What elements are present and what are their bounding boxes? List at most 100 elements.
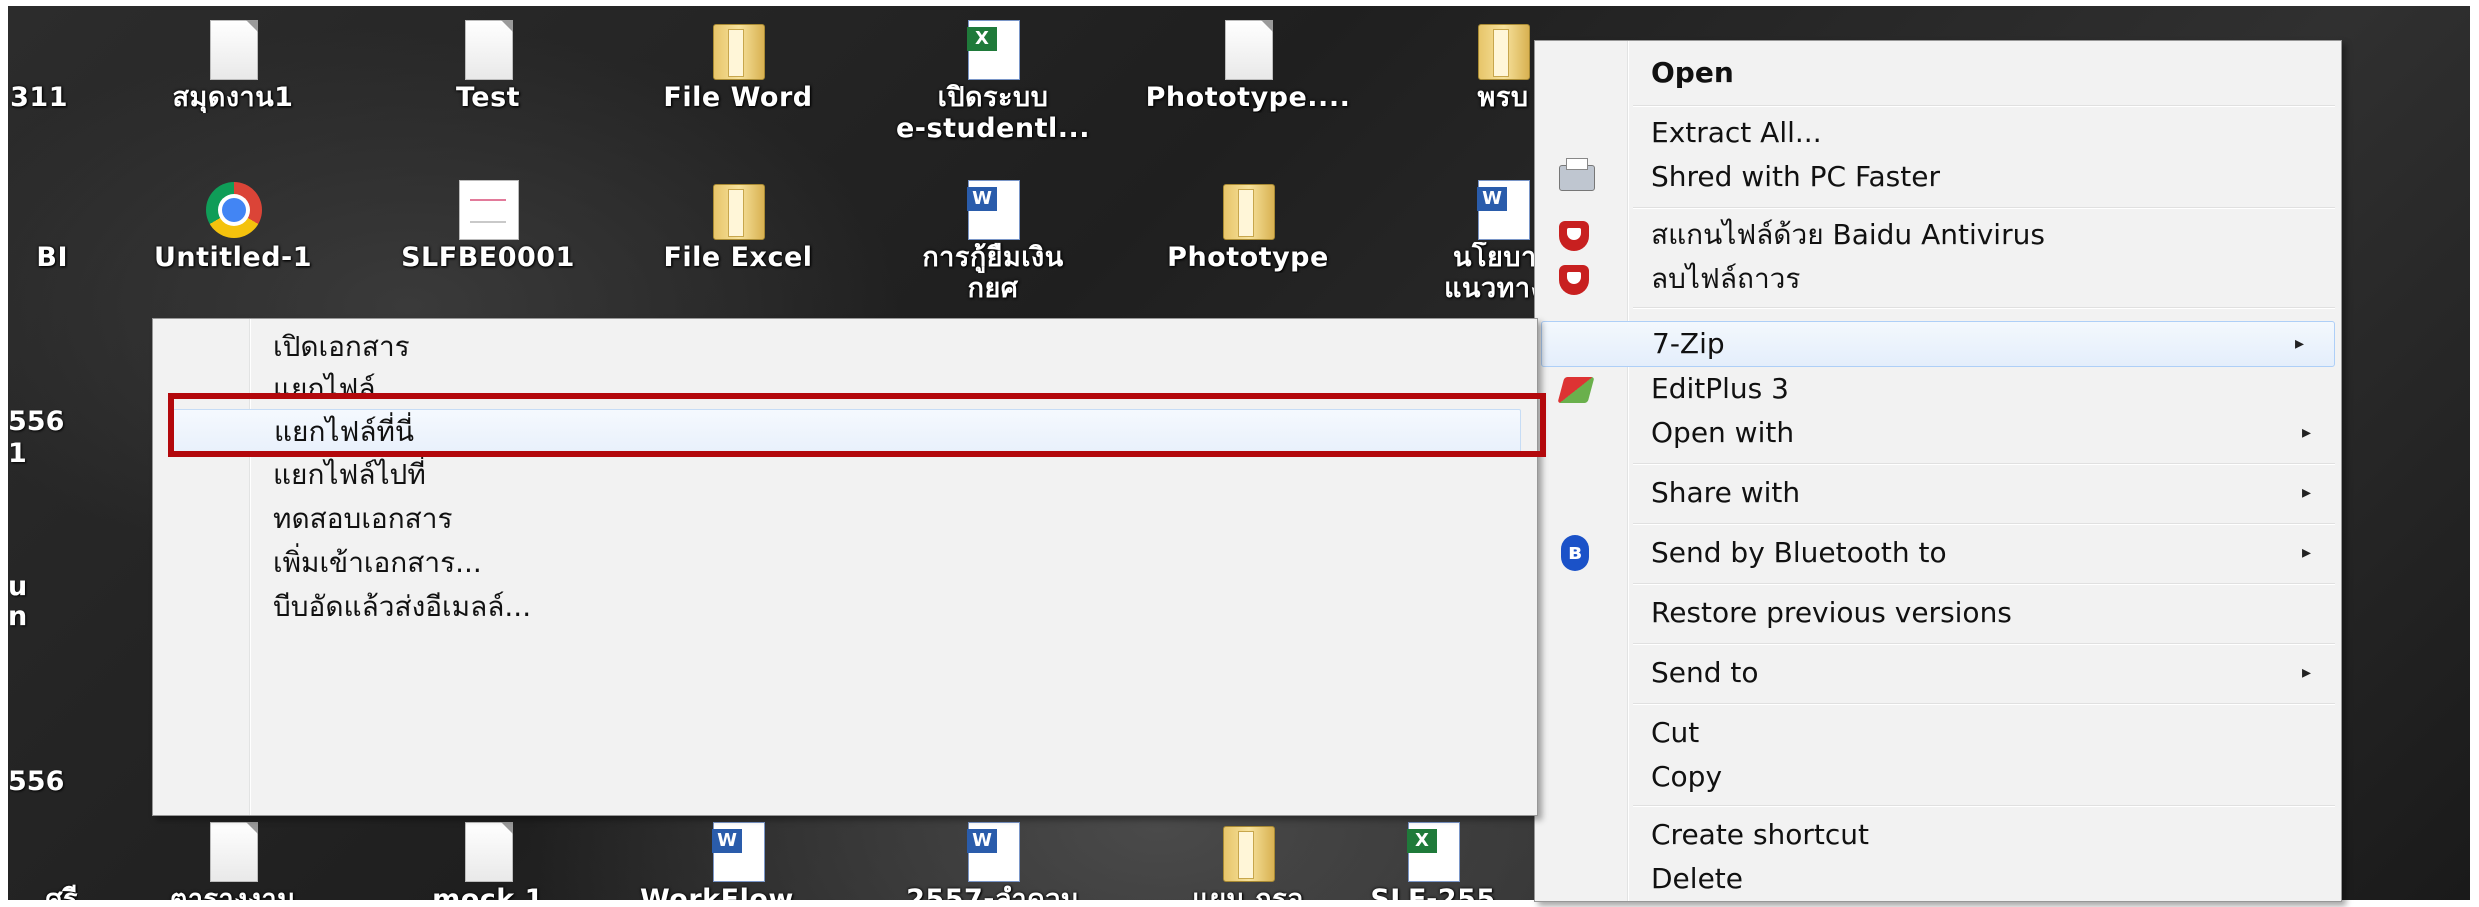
desktop-icon[interactable]: X เปิดระบบ e-studentl... [888, 16, 1098, 144]
desktop-icon-label-line2: e-studentl... [895, 113, 1090, 144]
menu-item-baidu-scan[interactable]: สแกนไฟล์ด้วย Baidu Antivirus [1535, 213, 2341, 257]
submenu-arrow-icon: ▸ [2301, 482, 2311, 503]
menu-separator [1633, 523, 2335, 525]
folder-icon [1468, 16, 1538, 80]
document-icon [453, 16, 523, 80]
submenu-item-open-archive[interactable]: เปิดเอกสาร [153, 325, 1537, 369]
partial-icon-label: u [8, 571, 28, 602]
desktop-icon[interactable]: SLFBE0001 [383, 176, 593, 273]
submenu-item-extract-to[interactable]: แยกไฟล์ไปที่ [153, 453, 1537, 497]
desktop-icon[interactable]: Phototype [1143, 176, 1353, 273]
desktop-icon-label: SLF-255 [1370, 884, 1496, 900]
desktop-icon-label: Untitled-1 [153, 242, 313, 273]
menu-separator [1633, 463, 2335, 465]
desktop-icon-label: WorkFlow ... [639, 884, 836, 900]
document-icon [1213, 16, 1283, 80]
excel-file-icon: X [958, 16, 1028, 80]
desktop-icon[interactable]: แผน กรอ [1143, 818, 1353, 900]
desktop-icon-label: 2557-ลำดวน [906, 884, 1080, 900]
partial-icon-label: 556 [8, 766, 65, 797]
folder-icon [703, 16, 773, 80]
word-file-icon: W [958, 818, 1028, 882]
menu-item-copy[interactable]: Copy [1535, 755, 2341, 799]
desktop-icon[interactable]: W 2557-ลำดวน [888, 818, 1098, 900]
menu-separator [1633, 207, 2335, 209]
desktop-icon-label: ศรี [45, 884, 78, 900]
submenu-item-test-archive[interactable]: ทดสอบเอกสาร [153, 497, 1537, 541]
context-menu: Open Extract All... Shred with PC Faster… [1534, 40, 2342, 902]
bluetooth-icon: ʙ [1555, 535, 1591, 571]
menu-separator [1633, 105, 2335, 107]
menu-item-delete[interactable]: Delete [1535, 857, 2341, 901]
menu-item-baidu-delete[interactable]: ลบไฟล์ถาวร [1535, 257, 2341, 301]
desktop-icon[interactable]: สมุดงาน1 [128, 16, 338, 113]
partial-icon-label: 1 [8, 438, 27, 469]
desktop-icon[interactable]: Test [383, 16, 593, 113]
desktop-icon-label: Test [455, 82, 521, 113]
submenu-item-add-to-archive[interactable]: เพิ่มเข้าเอกสาร... [153, 541, 1537, 585]
folder-icon [1213, 818, 1283, 882]
word-file-icon: W [703, 818, 773, 882]
desktop-icon[interactable]: Untitled-1 [128, 176, 338, 273]
editplus-icon [1555, 373, 1595, 405]
partial-icon-label: n [8, 601, 28, 632]
menu-item-send-to[interactable]: Send to ▸ [1535, 651, 2341, 695]
menu-separator [1633, 643, 2335, 645]
document-icon [198, 16, 268, 80]
word-file-icon: W [1468, 176, 1538, 240]
submenu-arrow-icon: ▸ [2294, 333, 2304, 354]
desktop-icon-label: 311 [10, 82, 68, 113]
menu-item-7zip[interactable]: 7-Zip ▸ [1541, 321, 2335, 367]
desktop-icon-label: mock 1 [432, 884, 544, 900]
desktop-icon-label: สมุดงาน1 [172, 82, 294, 113]
desktop-icon-label: SLFBE0001 [401, 242, 575, 273]
desktop-icon-label: เปิดระบบ [937, 82, 1049, 113]
submenu-arrow-icon: ▸ [2301, 422, 2311, 443]
desktop-icon-label: การกู้ยืมเงิน [922, 242, 1064, 273]
highlight-annotation-box [168, 393, 1546, 457]
desktop-icon[interactable]: 311 [8, 16, 68, 113]
chrome-icon [198, 176, 268, 240]
submenu-arrow-icon: ▸ [2301, 542, 2311, 563]
menu-separator [1633, 583, 2335, 585]
desktop-icon[interactable]: X SLF-255 [1328, 818, 1538, 900]
submenu-item-compress-and-email[interactable]: บีบอัดแล้วส่งอีเมลล์... [153, 585, 1537, 629]
desktop-icon[interactable]: ตารางงาน [128, 818, 338, 900]
submenu-arrow-icon: ▸ [2301, 662, 2311, 683]
desktop-icon[interactable]: Phototype.... [1143, 16, 1353, 113]
menu-item-send-by-bluetooth[interactable]: ʙ Send by Bluetooth to ▸ [1535, 531, 2341, 575]
menu-item-create-shortcut[interactable]: Create shortcut [1535, 813, 2341, 857]
document-icon [453, 818, 523, 882]
folder-icon [1213, 176, 1283, 240]
desktop-icon-label: Phototype.... [1145, 82, 1351, 113]
desktop-icon[interactable]: File Word [633, 16, 843, 113]
desktop-icon[interactable]: File Excel [633, 176, 843, 273]
baidu-shield-icon [1555, 219, 1591, 251]
desktop-icon[interactable]: W WorkFlow ... [633, 818, 843, 900]
menu-item-open-with[interactable]: Open with ▸ [1535, 411, 2341, 455]
desktop-icon-label: ตารางงาน [169, 884, 297, 900]
desktop-icon-label-line2: กยศ [967, 273, 1019, 304]
desktop-icon[interactable]: mock 1 [383, 818, 593, 900]
desktop-icon-label: Phototype [1167, 242, 1329, 273]
menu-separator [1633, 307, 2335, 309]
excel-file-icon: X [1398, 818, 1468, 882]
folder-icon [703, 176, 773, 240]
menu-item-restore-previous-versions[interactable]: Restore previous versions [1535, 591, 2341, 635]
desktop-icon[interactable]: W การกู้ยืมเงิน กยศ [888, 176, 1098, 304]
menu-item-open[interactable]: Open [1535, 51, 2341, 95]
desktop-icon[interactable]: ศรี [8, 818, 78, 900]
desktop-icon-label: BI [36, 242, 68, 273]
word-file-icon: W [958, 176, 1028, 240]
menu-item-editplus[interactable]: EditPlus 3 [1535, 367, 2341, 411]
menu-item-cut[interactable]: Cut [1535, 711, 2341, 755]
menu-item-extract-all[interactable]: Extract All... [1535, 111, 2341, 155]
menu-item-share-with[interactable]: Share with ▸ [1535, 471, 2341, 515]
menu-separator [1633, 703, 2335, 705]
partial-icon-label: 556 [8, 406, 65, 437]
pdf-thumbnail-icon [453, 176, 523, 240]
document-icon [198, 818, 268, 882]
desktop-icon[interactable]: BI [8, 176, 68, 273]
menu-item-shred[interactable]: Shred with PC Faster [1535, 155, 2341, 199]
desktop-icon-label: แผน กรอ [1192, 884, 1304, 900]
